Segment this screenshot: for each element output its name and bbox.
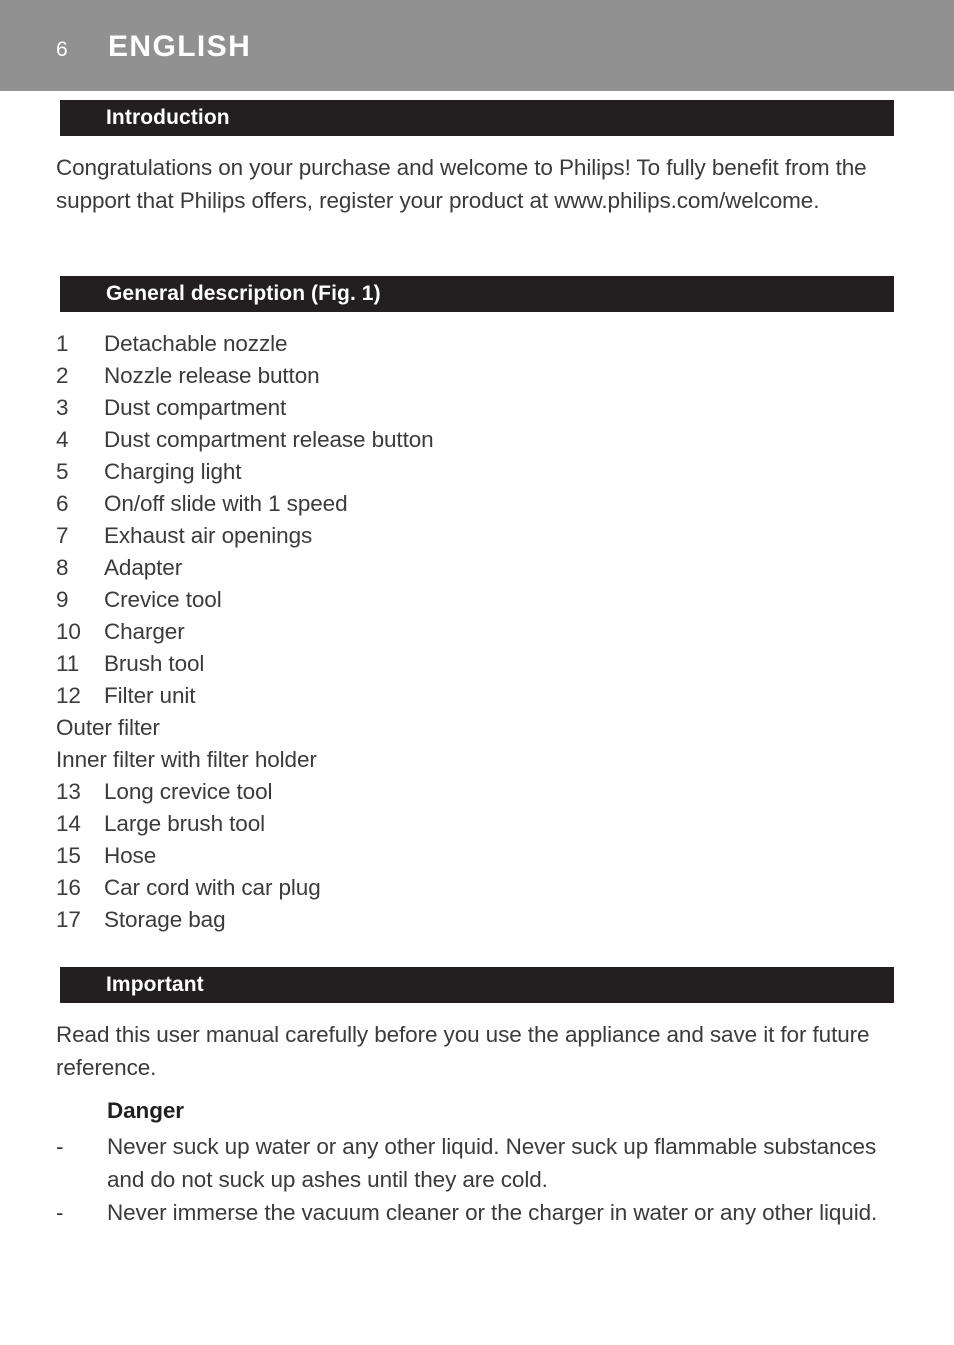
parts-list-item-label: Crevice tool <box>104 587 222 612</box>
section-heading-introduction: Introduction <box>106 106 230 129</box>
parts-list-item-number: 10 <box>56 619 81 644</box>
parts-list-item-label: Detachable nozzle <box>104 331 288 356</box>
parts-list-item: 9 Crevice tool <box>56 584 876 616</box>
parts-list-item: 11 Brush tool <box>56 648 876 680</box>
parts-list-item-number: 6 <box>56 491 69 516</box>
parts-list-item-label: Storage bag <box>104 907 226 932</box>
parts-list-item: 17 Storage bag <box>56 904 876 936</box>
parts-list-item: Inner filter with filter holder <box>56 744 876 776</box>
bullet-text: Never suck up water or any other liquid.… <box>107 1134 877 1192</box>
parts-list-item-label: Nozzle release button <box>104 363 320 388</box>
parts-list-item-label: On/off slide with 1 speed <box>104 491 348 516</box>
parts-list-item-label: Long crevice tool <box>104 779 273 804</box>
parts-list-item-label: Inner filter with filter holder <box>56 747 317 772</box>
parts-list-item-label: Charger <box>104 619 185 644</box>
parts-list-item: 4 Dust compartment release button <box>56 424 876 456</box>
parts-list-item-label: Dust compartment <box>104 395 287 420</box>
parts-list-item: 3 Dust compartment <box>56 392 876 424</box>
parts-list-item-label: Car cord with car plug <box>104 875 321 900</box>
parts-list-item: 2 Nozzle release button <box>56 360 876 392</box>
parts-list-item-label: Charging light <box>104 459 242 484</box>
parts-list-item-number: 17 <box>56 907 81 932</box>
section-bar-important: Important <box>60 967 894 1003</box>
parts-list-item-label: Filter unit <box>104 683 196 708</box>
parts-list-item: 6 On/off slide with 1 speed <box>56 488 876 520</box>
parts-list-item: 12 Filter unit <box>56 680 876 712</box>
parts-list-item-number: 9 <box>56 587 69 612</box>
parts-list-item-number: 12 <box>56 683 81 708</box>
parts-list-item-label: Brush tool <box>104 651 205 676</box>
parts-list-item-number: 3 <box>56 395 69 420</box>
parts-list-item-number: 2 <box>56 363 69 388</box>
parts-list-item: 7 Exhaust air openings <box>56 520 876 552</box>
section-heading-important: Important <box>106 973 204 996</box>
parts-list-item: 16 Car cord with car plug <box>56 872 876 904</box>
section-bar-introduction: Introduction <box>60 100 894 136</box>
page-number: 6 <box>56 38 68 61</box>
parts-list-item-number: 1 <box>56 331 69 356</box>
bullet-marker: - <box>56 1200 64 1225</box>
bullet-text: Never immerse the vacuum cleaner or the … <box>107 1200 878 1225</box>
parts-list-item-label: Adapter <box>104 555 183 580</box>
parts-list-item-label: Outer filter <box>56 715 160 740</box>
parts-list-item-label: Hose <box>104 843 157 868</box>
parts-list-item-number: 7 <box>56 523 69 548</box>
parts-list-item-number: 4 <box>56 427 69 452</box>
parts-list-item: Outer filter <box>56 712 876 744</box>
parts-list: 1 Detachable nozzle 2 Nozzle release button… <box>56 328 876 936</box>
parts-list-item-label: Large brush tool <box>104 811 266 836</box>
parts-list-item: 5 Charging light <box>56 456 876 488</box>
parts-list-item-number: 14 <box>56 811 81 836</box>
section-heading-general-description: General description (Fig. 1) <box>106 282 381 305</box>
page-language-title: ENGLISH <box>108 30 252 63</box>
parts-list-item-number: 11 <box>56 651 80 676</box>
parts-list-item: 15 Hose <box>56 840 876 872</box>
parts-list-item-label: Exhaust air openings <box>104 523 313 548</box>
parts-list-item-number: 8 <box>56 555 69 580</box>
parts-list-item-number: 15 <box>56 843 81 868</box>
parts-list-item: 8 Adapter <box>56 552 876 584</box>
parts-list-item-number: 5 <box>56 459 69 484</box>
bullet-marker: - <box>56 1134 64 1159</box>
important-paragraph: Read this user manual carefully before y… <box>56 1022 870 1080</box>
parts-list-item: 1 Detachable nozzle <box>56 328 876 360</box>
parts-list-item-number: 16 <box>56 875 81 900</box>
parts-list-item-number: 13 <box>56 779 81 804</box>
danger-bullet-1: - Never suck up water or any other liqui… <box>56 1130 884 1196</box>
danger-bullet-2: - Never immerse the vacuum cleaner or th… <box>56 1196 884 1229</box>
introduction-paragraph: Congratulations on your purchase and wel… <box>56 155 867 213</box>
parts-list-item-label: Dust compartment release button <box>104 427 434 452</box>
danger-heading: Danger <box>107 1098 184 1123</box>
section-bar-general-description: General description (Fig. 1) <box>60 276 894 312</box>
parts-list-item: 10 Charger <box>56 616 876 648</box>
parts-list-item: 14 Large brush tool <box>56 808 876 840</box>
parts-list-item: 13 Long crevice tool <box>56 776 876 808</box>
